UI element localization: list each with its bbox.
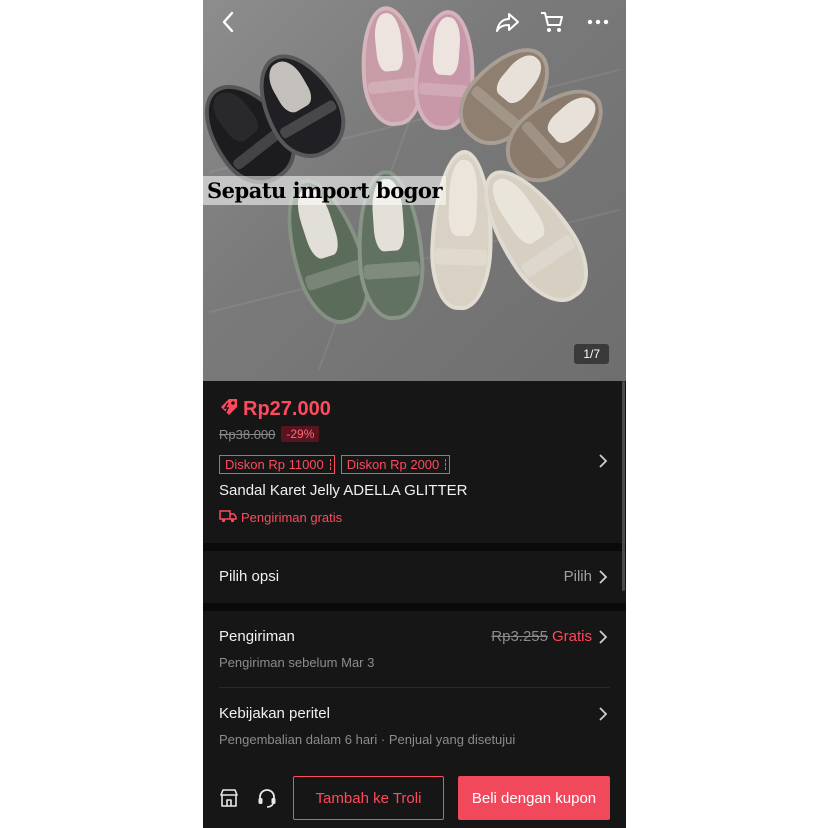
section-divider bbox=[203, 603, 626, 611]
coupon-tag[interactable]: Diskon Rp 11000 bbox=[219, 455, 335, 474]
headset-icon[interactable] bbox=[256, 787, 278, 814]
shipping-free: Gratis bbox=[551, 628, 592, 645]
add-to-cart-button[interactable]: Tambah ke Troli bbox=[293, 776, 444, 820]
price-row: Rp27.000 bbox=[219, 397, 331, 422]
shipping-old-cost: Rp3.255 bbox=[491, 628, 548, 645]
store-icon[interactable] bbox=[219, 788, 239, 813]
watermark-text: Sepatu import bogor bbox=[203, 176, 447, 205]
share-icon[interactable] bbox=[493, 8, 523, 36]
bottom-action-bar: Tambah ke Troli Beli dengan kupon bbox=[203, 766, 626, 828]
current-price: Rp27.000 bbox=[243, 398, 331, 420]
flash-tag-icon bbox=[219, 397, 239, 422]
buy-with-coupon-button[interactable]: Beli dengan kupon bbox=[458, 776, 610, 820]
image-counter: 1/7 bbox=[574, 344, 609, 364]
more-dots-icon[interactable] bbox=[583, 8, 613, 36]
options-label: Pilih opsi bbox=[219, 568, 280, 585]
coupon-list[interactable]: Diskon Rp 11000 Diskon Rp 2000 bbox=[219, 455, 451, 474]
original-price: Rp38.000 bbox=[219, 426, 276, 442]
product-title: Sandal Karet Jelly ADELLA GLITTER bbox=[219, 482, 468, 499]
row-separator bbox=[219, 687, 610, 688]
chevron-right-icon[interactable] bbox=[598, 453, 608, 474]
shipping-sub: Pengiriman sebelum Mar 3 bbox=[219, 655, 375, 670]
shipping-cost: Rp3.255 Gratis bbox=[491, 628, 592, 645]
options-value: Pilih bbox=[563, 568, 592, 585]
chevron-right-icon[interactable] bbox=[598, 706, 608, 727]
coupon-tag[interactable]: Diskon Rp 2000 bbox=[340, 455, 451, 474]
policy-sub: Pengembalian dalam 6 hari · Penjual yang… bbox=[219, 732, 516, 747]
product-page: Sepatu import bogor 1/7 Rp27.000 Rp38.00… bbox=[203, 0, 626, 828]
free-shipping-text: Pengiriman gratis bbox=[241, 510, 343, 525]
section-divider bbox=[203, 543, 626, 551]
original-price-row: Rp38.000 -29% bbox=[219, 426, 320, 442]
chevron-right-icon[interactable] bbox=[598, 629, 608, 650]
product-image[interactable]: Sepatu import bogor 1/7 bbox=[203, 0, 626, 381]
shoe-cream-left bbox=[428, 148, 496, 312]
back-arrow-icon[interactable] bbox=[213, 8, 243, 36]
discount-badge: -29% bbox=[281, 426, 320, 442]
cart-icon[interactable] bbox=[537, 8, 567, 36]
scrollbar[interactable] bbox=[622, 381, 625, 591]
chevron-right-icon[interactable] bbox=[598, 569, 608, 590]
policy-label: Kebijakan peritel bbox=[219, 705, 330, 722]
shipping-label: Pengiriman bbox=[219, 628, 295, 645]
free-shipping-label: Pengiriman gratis bbox=[219, 509, 342, 526]
truck-icon bbox=[219, 509, 237, 526]
